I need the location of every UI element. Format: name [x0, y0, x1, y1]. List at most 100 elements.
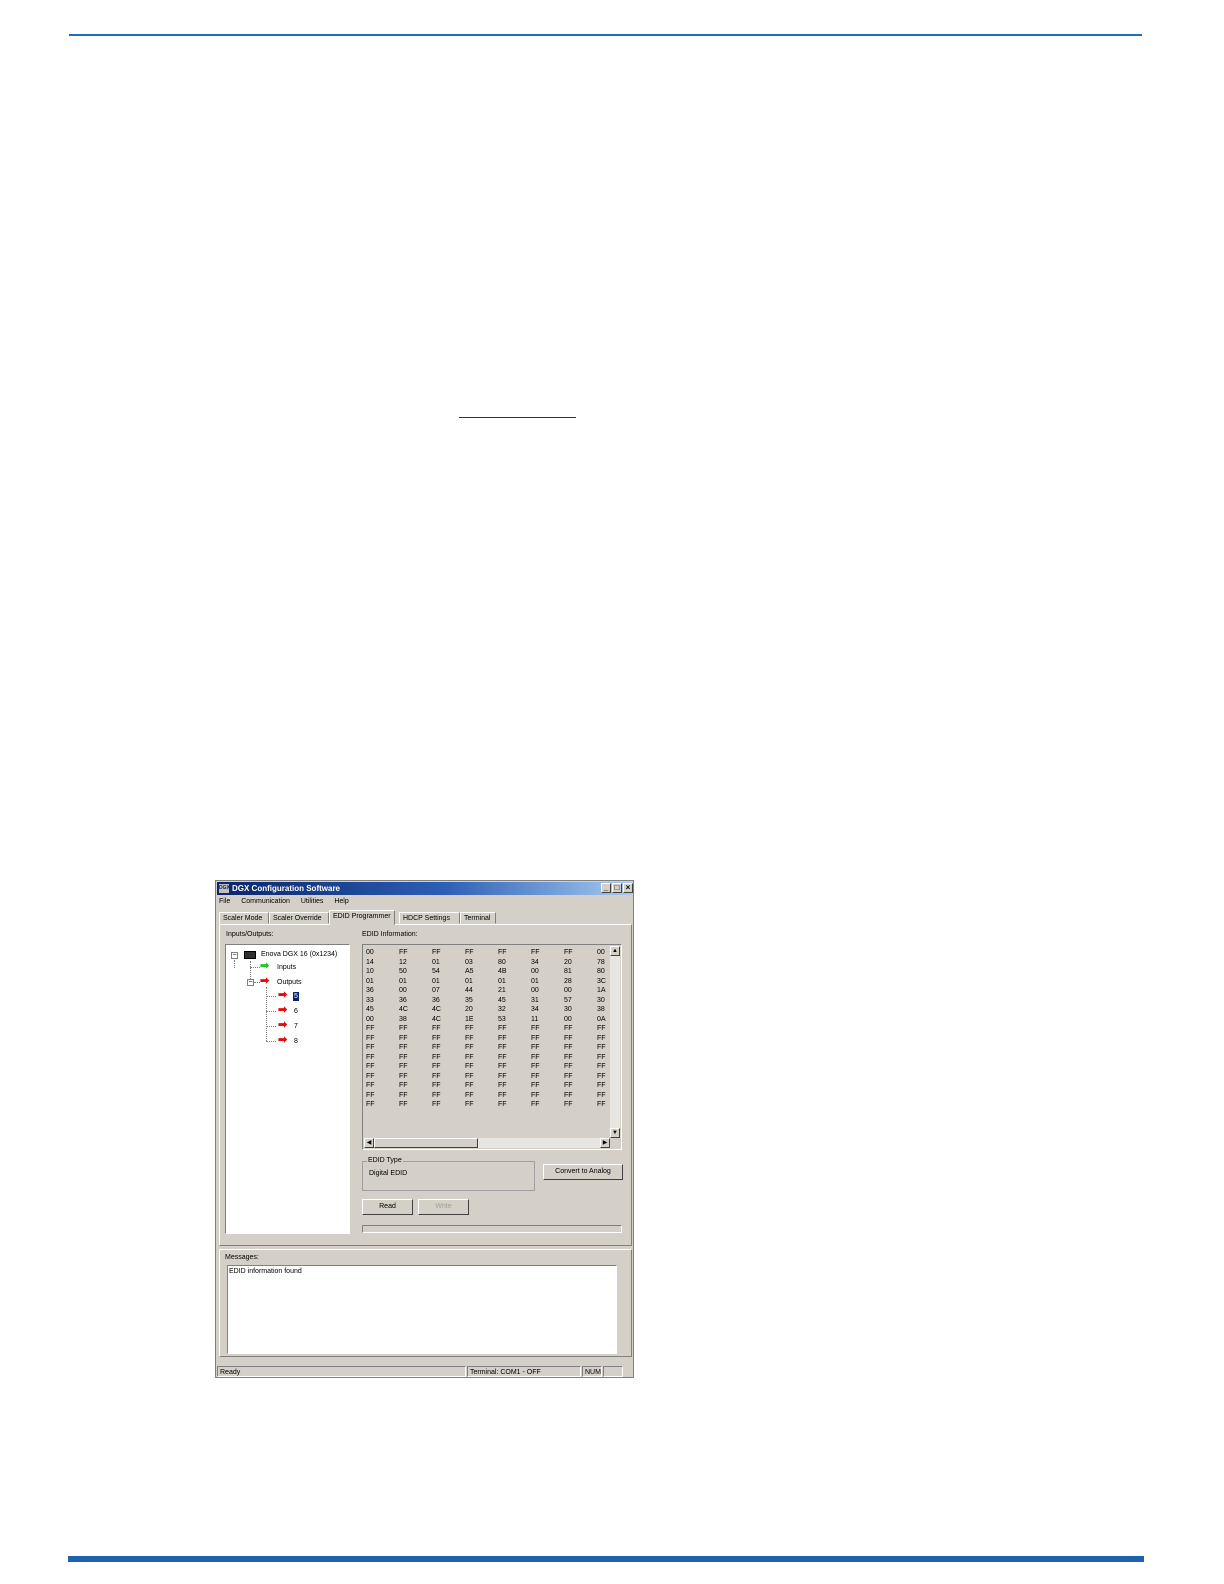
edid-byte: 00 — [531, 987, 539, 994]
horizontal-scrollbar[interactable]: ◀ ▶ — [364, 1138, 610, 1148]
scroll-down-icon[interactable]: ▼ — [610, 1128, 620, 1138]
edid-byte: 45 — [366, 1006, 374, 1013]
edid-byte: FF — [465, 1034, 474, 1042]
edid-byte: FF — [531, 1044, 540, 1051]
red-right-arrow-icon: ➡ — [278, 1019, 288, 1031]
edid-byte: FF — [465, 1101, 474, 1108]
close-button[interactable]: × — [623, 883, 633, 893]
tab-edid-programmer[interactable]: EDID Programmer — [329, 910, 395, 925]
tree-output-5[interactable]: 5 — [293, 992, 299, 1001]
edid-byte: 00 — [564, 987, 572, 994]
status-num: NUM — [582, 1366, 602, 1377]
edid-byte: FF — [366, 1091, 375, 1099]
edid-row: 14 12 01 03 80 34 20 78 — [366, 958, 621, 968]
edid-byte: FF — [432, 949, 441, 956]
expander-minus-icon[interactable]: − — [231, 952, 238, 959]
edid-byte: 36 — [366, 987, 374, 994]
edid-byte: 4C — [432, 1006, 441, 1013]
status-bar: Ready Terminal: COM1 - OFF NUM — [217, 1366, 632, 1377]
menu-file[interactable]: File — [219, 898, 230, 905]
convert-to-analog-button[interactable]: Convert to Analog — [543, 1164, 623, 1180]
edid-byte: 01 — [399, 977, 407, 985]
edid-byte: 01 — [432, 958, 440, 966]
edid-byte: FF — [498, 1053, 507, 1061]
title-bar[interactable]: DGX DGX Configuration Software _ □ × — [217, 882, 633, 895]
tree-outputs[interactable]: Outputs — [277, 978, 302, 987]
edid-byte: FF — [432, 1053, 441, 1061]
tab-hdcp-settings[interactable]: HDCP Settings — [399, 912, 460, 924]
red-right-arrow-icon: ➡ — [278, 1004, 288, 1016]
messages-box[interactable]: EDID information found — [227, 1265, 617, 1354]
edid-byte: FF — [366, 1025, 375, 1032]
edid-byte: FF — [564, 1053, 573, 1061]
edid-byte: 32 — [498, 1006, 506, 1013]
tab-terminal[interactable]: Terminal — [460, 912, 496, 924]
edid-byte: 54 — [432, 968, 440, 975]
edid-byte: 00 — [366, 949, 374, 956]
menu-communication[interactable]: Communication — [241, 898, 290, 905]
edid-byte: FF — [432, 1044, 441, 1051]
edid-hex-grid: 00 FF FF FF FF FF FF 00 14 12 01 03 80 34 20 78 10 50 54 A5… — [366, 948, 621, 1110]
tree-device[interactable]: Enova DGX 16 (0x1234) — [261, 950, 337, 959]
io-tree: − Enova DGX 16 (0x1234) ➡ Inputs − ➡ Out… — [225, 944, 350, 1234]
edid-byte: A5 — [465, 968, 474, 975]
edid-byte: FF — [564, 949, 573, 956]
expander-minus-icon[interactable]: − — [247, 979, 254, 986]
edid-byte: 50 — [399, 968, 407, 975]
edid-byte: 01 — [498, 977, 506, 985]
edid-byte: FF — [432, 1101, 441, 1108]
edid-byte: FF — [399, 1072, 408, 1080]
tree-output-8[interactable]: 8 — [294, 1037, 298, 1046]
scroll-right-icon[interactable]: ▶ — [600, 1138, 610, 1148]
edid-byte: 11 — [531, 1015, 539, 1023]
menu-utilities[interactable]: Utilities — [301, 898, 324, 905]
edid-byte: FF — [564, 1101, 573, 1108]
edid-byte: 81 — [564, 968, 572, 975]
menu-help[interactable]: Help — [334, 898, 348, 905]
status-terminal: Terminal: COM1 - OFF — [467, 1366, 581, 1377]
write-button[interactable]: Write — [418, 1199, 469, 1215]
edid-byte: 01 — [432, 977, 440, 985]
scroll-up-icon[interactable]: ▲ — [610, 946, 620, 956]
red-right-arrow-icon: ➡ — [278, 1034, 288, 1046]
edid-byte: FF — [564, 1034, 573, 1042]
edid-byte: FF — [366, 1034, 375, 1042]
maximize-button[interactable]: □ — [612, 883, 622, 893]
read-button[interactable]: Read — [362, 1199, 413, 1215]
edid-byte: FF — [366, 1044, 375, 1051]
edid-byte: FF — [366, 1063, 375, 1070]
edid-byte: FF — [531, 1082, 540, 1089]
edid-byte: FF — [498, 1063, 507, 1070]
vertical-scrollbar[interactable]: ▲ ▼ — [610, 946, 620, 1138]
edid-byte: FF — [498, 1025, 507, 1032]
edid-byte: FF — [399, 949, 408, 956]
edid-byte: 4C — [399, 1006, 408, 1013]
edid-byte: FF — [399, 1053, 408, 1061]
dgx-configuration-window: DGX DGX Configuration Software _ □ × Fil… — [215, 880, 634, 1378]
edid-byte: 07 — [432, 987, 440, 994]
tree-inputs[interactable]: Inputs — [277, 963, 296, 972]
edid-byte: 28 — [564, 977, 572, 985]
minimize-button[interactable]: _ — [601, 883, 611, 893]
edid-byte: FF — [531, 1072, 540, 1080]
edid-byte: FF — [465, 1072, 474, 1080]
tab-scaler-mode[interactable]: Scaler Mode — [219, 912, 269, 924]
edid-type-group: EDID Type Digital EDID — [362, 1157, 535, 1191]
edid-byte: 00 — [366, 1015, 374, 1023]
tab-scaler-override[interactable]: Scaler Override — [269, 912, 329, 924]
edid-byte: FF — [366, 1072, 375, 1080]
edid-byte: 12 — [399, 958, 407, 966]
edid-byte: FF — [531, 949, 540, 956]
menu-bar: File Communication Utilities Help — [219, 897, 358, 907]
tree-output-7[interactable]: 7 — [294, 1022, 298, 1031]
edid-byte: FF — [564, 1044, 573, 1051]
scroll-thumb[interactable] — [374, 1138, 478, 1148]
edid-type-legend: EDID Type — [367, 1157, 403, 1164]
edid-byte: 4B — [498, 968, 507, 975]
scroll-left-icon[interactable]: ◀ — [364, 1138, 374, 1148]
edid-row: 10 50 54 A5 4B 00 81 80 — [366, 967, 621, 977]
edid-hex-list[interactable]: 00 FF FF FF FF FF FF 00 14 12 01 03 80 34 20 78 10 50 54 A5… — [362, 944, 622, 1150]
edid-byte: FF — [399, 1025, 408, 1032]
tree-output-6[interactable]: 6 — [294, 1007, 298, 1016]
edid-byte: 34 — [531, 1006, 539, 1013]
